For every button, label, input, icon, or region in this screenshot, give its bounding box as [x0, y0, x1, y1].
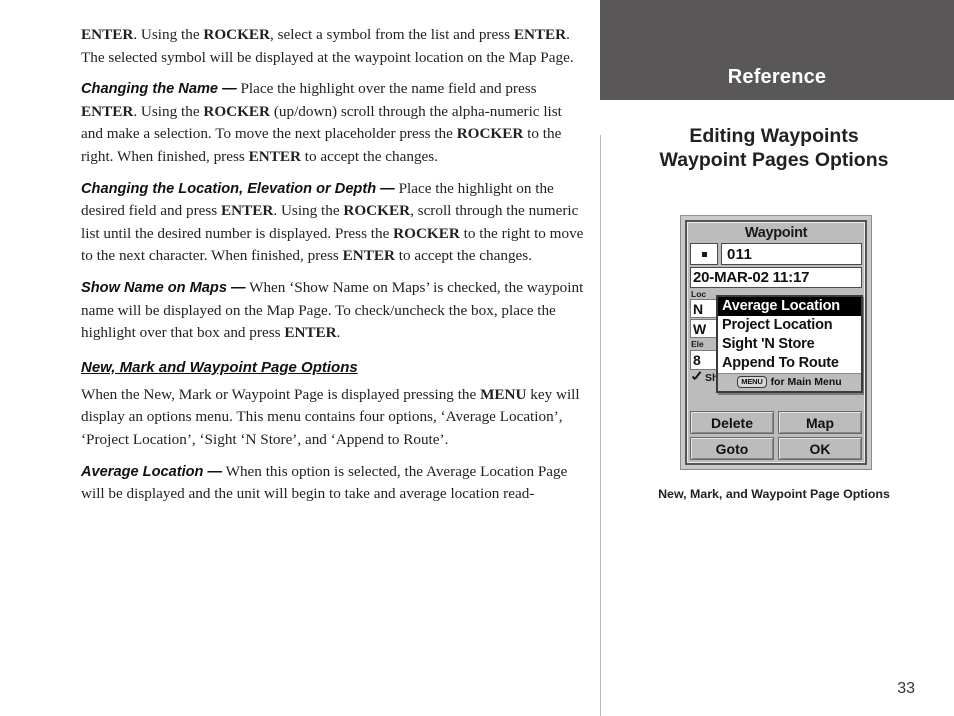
- runin-show-name-on-maps: Show Name on Maps —: [81, 279, 246, 296]
- square-dot-symbol-icon: [701, 251, 707, 257]
- menu-item-append-to-route[interactable]: Append To Route: [718, 354, 861, 373]
- paragraph-average-location: Average Location — When this option is s…: [81, 462, 568, 503]
- column-divider: [600, 135, 601, 716]
- waypoint-datetime-field: 20-MAR-02 11:17: [690, 267, 862, 288]
- sidebar-title-line-1: Editing Waypoints: [689, 125, 859, 147]
- gps-button-grid: Delete Map Goto OK: [690, 408, 862, 460]
- runin-average-location: Average Location —: [81, 463, 223, 480]
- menu-item-project-location[interactable]: Project Location: [718, 316, 861, 335]
- runin-changing-the-name: Changing the Name —: [81, 81, 237, 98]
- paragraph-show-name-on-maps: Show Name on Maps — When ‘Show Name on M…: [81, 278, 584, 342]
- paragraph-symbol-selection: ENTER. Using the ROCKER, select a symbol…: [81, 26, 574, 66]
- key-enter: ENTER: [513, 26, 567, 43]
- key-rocker: ROCKER: [203, 102, 271, 120]
- key-rocker: ROCKER: [393, 224, 460, 242]
- manual-page: ENTER. Using the ROCKER, select a symbol…: [0, 0, 954, 716]
- figure-caption: New, Mark, and Waypoint Page Options: [658, 487, 890, 501]
- runin-changing-location: Changing the Location, Elevation or Dept…: [81, 180, 395, 197]
- key-rocker: ROCKER: [456, 125, 524, 143]
- goto-button[interactable]: Goto: [690, 437, 774, 460]
- key-rocker: ROCKER: [343, 202, 411, 220]
- checkmark-icon: [691, 373, 702, 384]
- map-button[interactable]: Map: [778, 411, 862, 434]
- waypoint-symbol-field[interactable]: [690, 243, 718, 265]
- delete-button[interactable]: Delete: [690, 411, 774, 434]
- key-enter: ENTER: [81, 102, 134, 120]
- sidebar-title: Editing Waypoints Waypoint Pages Options: [604, 124, 944, 172]
- paragraph-menu-options-intro: When the New, Mark or Waypoint Page is d…: [81, 385, 580, 448]
- popup-footer-text: for Main Menu: [770, 376, 842, 388]
- popup-footer-hint: MENU for Main Menu: [718, 373, 861, 391]
- key-menu: MENU: [480, 385, 527, 403]
- gps-screen: Waypoint 011 20-MAR-02 11:17 Loc N W Ele…: [685, 220, 867, 465]
- key-enter: ENTER: [248, 147, 301, 165]
- gps-page-title: Waypoint: [744, 225, 808, 241]
- gps-device-screenshot: Waypoint 011 20-MAR-02 11:17 Loc N W Ele…: [680, 215, 872, 470]
- paragraph-changing-the-name: Changing the Name — Place the highlight …: [81, 80, 562, 165]
- options-popup-menu: Average Location Project Location Sight …: [716, 295, 863, 393]
- sidebar-title-line-2: Waypoint Pages Options: [659, 149, 889, 171]
- ok-button[interactable]: OK: [778, 437, 862, 460]
- key-rocker: ROCKER: [203, 26, 271, 43]
- page-number: 33: [897, 680, 915, 697]
- menu-item-sight-n-store[interactable]: Sight 'N Store: [718, 335, 861, 354]
- key-enter: ENTER: [342, 247, 395, 265]
- gps-button-row-2: Goto OK: [690, 437, 862, 460]
- paragraph-changing-location: Changing the Location, Elevation or Dept…: [81, 179, 584, 265]
- waypoint-name-row: 011: [690, 243, 862, 265]
- reference-label: Reference: [727, 66, 827, 88]
- key-enter: ENTER: [81, 26, 134, 43]
- gps-button-row-1: Delete Map: [690, 411, 862, 434]
- subheading-new-mark-waypoint-page-options: New, Mark and Waypoint Page Options: [81, 358, 358, 376]
- body-text-column: ENTER. Using the ROCKER, select a symbol…: [81, 24, 586, 515]
- key-enter: ENTER: [221, 202, 274, 220]
- menu-item-average-location[interactable]: Average Location: [718, 297, 861, 316]
- waypoint-name-field[interactable]: 011: [721, 243, 862, 265]
- menu-key-icon: MENU: [737, 376, 767, 388]
- key-enter: ENTER: [284, 324, 337, 342]
- reference-header-bar: Reference: [600, 0, 954, 100]
